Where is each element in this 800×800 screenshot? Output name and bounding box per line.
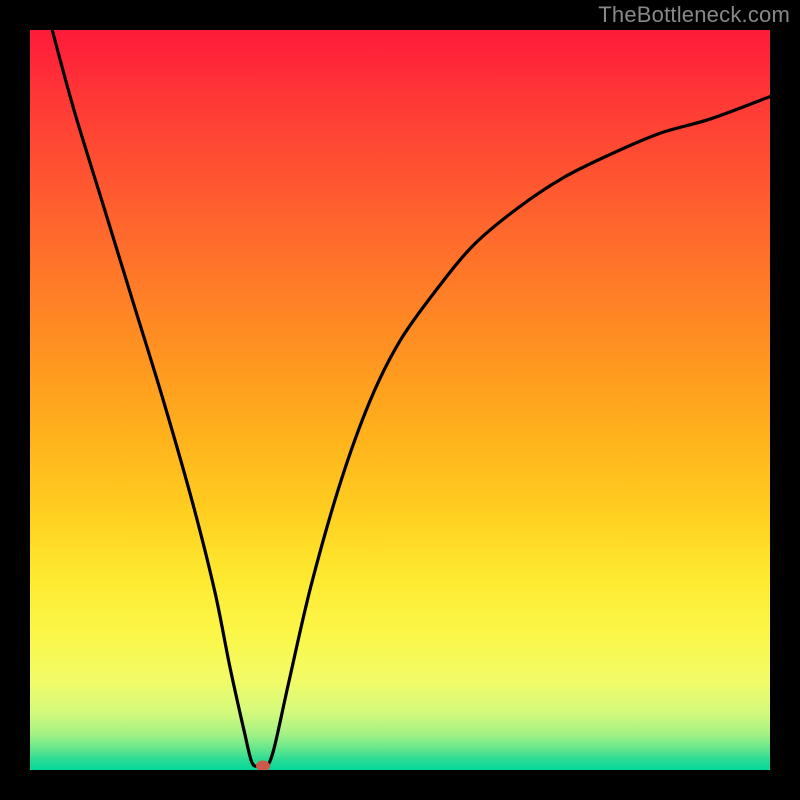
watermark-text: TheBottleneck.com	[598, 2, 790, 28]
chart-frame: TheBottleneck.com	[0, 0, 800, 800]
plot-area	[30, 30, 770, 770]
curve-path	[52, 30, 770, 768]
minimum-marker-icon	[256, 761, 270, 770]
bottleneck-curve	[30, 30, 770, 770]
